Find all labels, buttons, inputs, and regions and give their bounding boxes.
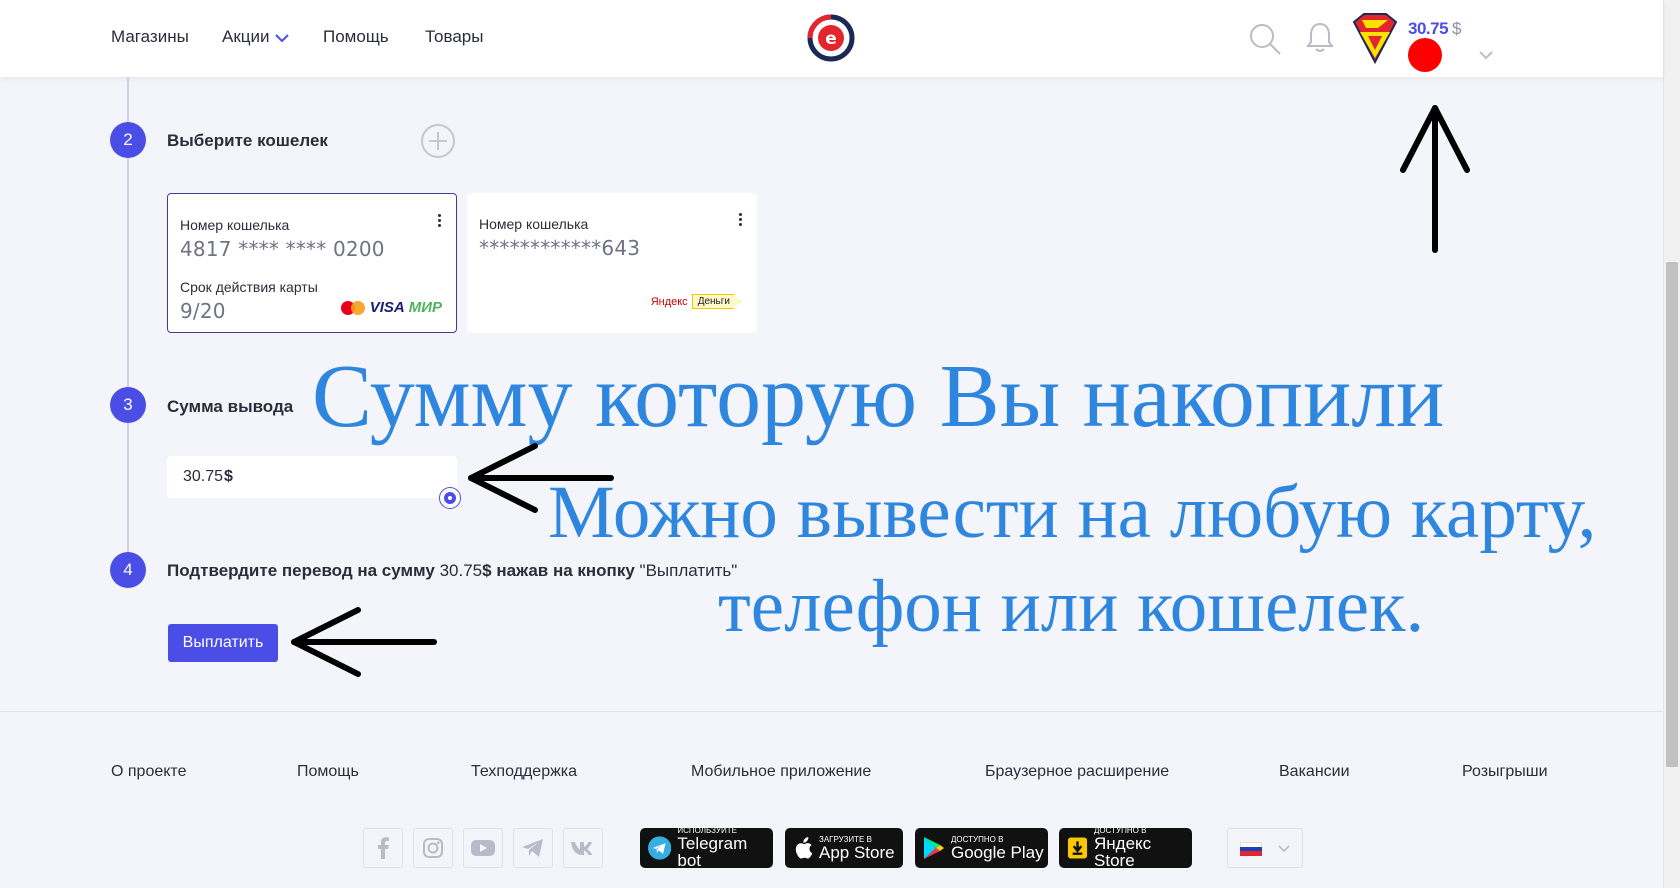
- facebook-icon[interactable]: [363, 828, 403, 868]
- footer-link-about[interactable]: О проекте: [111, 763, 186, 781]
- wallet-card-bank[interactable]: Номер кошелька 4817 **** **** 0200 Срок …: [167, 193, 457, 333]
- arrow-up-icon: [1400, 105, 1470, 253]
- confirm-text-before: Подтвердите перевод на сумму: [167, 561, 435, 580]
- pay-button[interactable]: Выплатить: [168, 624, 278, 662]
- badge-big-text: Telegram bot: [677, 834, 748, 870]
- badge-big-text: Яндекс Store: [1094, 834, 1152, 870]
- wallet-number-label: Номер кошелька: [180, 217, 290, 233]
- annotation-line-3: телефон или кошелек.: [718, 565, 1425, 648]
- nav-promotions-label: Акции: [222, 27, 270, 46]
- arrow-left-icon: [468, 443, 614, 513]
- footer-link-vacancies[interactable]: Вакансии: [1279, 763, 1350, 781]
- mir-logo: МИР: [408, 299, 442, 316]
- annotation-line-1: Сумму которую Вы накопили: [312, 347, 1445, 446]
- step-title-wallet: Выберите кошелек: [167, 131, 328, 150]
- add-wallet-icon[interactable]: [420, 123, 456, 159]
- amount-value: 30.75: [183, 468, 224, 485]
- bell-icon[interactable]: [1305, 20, 1335, 54]
- confirm-text: Подтвердите перевод на сумму 30.75$ нажа…: [167, 561, 737, 581]
- telegram-icon[interactable]: [513, 828, 553, 868]
- wallet-card-yandex[interactable]: Номер кошелька ************643 Яндекс Де…: [467, 193, 757, 333]
- google-play-icon: [924, 837, 944, 859]
- yandex-word: Яндекс: [650, 295, 688, 308]
- badge-big-text: Google Play: [951, 842, 1044, 862]
- footer-link-mobile-app[interactable]: Мобильное приложение: [691, 763, 871, 781]
- more-vertical-icon[interactable]: [438, 214, 442, 229]
- step-title-amount: Сумма вывода: [167, 397, 294, 416]
- footer-link-giveaways[interactable]: Розыгрыши: [1462, 763, 1548, 781]
- page-scrollbar[interactable]: [1663, 0, 1680, 888]
- chevron-down-icon: [274, 33, 289, 42]
- vk-icon[interactable]: [563, 828, 603, 868]
- dengi-tag: Деньги: [691, 294, 741, 309]
- apple-icon: [795, 837, 813, 859]
- wallet-number: ************643: [479, 236, 641, 260]
- app-store-badge[interactable]: Загрузите в App Store: [785, 828, 903, 868]
- yandex-money-logo: Яндекс Деньги: [651, 294, 741, 309]
- footer-link-browser-extension[interactable]: Браузерное расширение: [985, 763, 1169, 781]
- google-play-badge[interactable]: Доступно в Google Play: [915, 828, 1048, 868]
- avatar[interactable]: [1348, 12, 1402, 64]
- confirm-currency: $: [482, 561, 492, 580]
- site-logo[interactable]: e: [806, 13, 856, 63]
- mastercard-icon: [340, 300, 365, 315]
- balance-currency: $: [1452, 19, 1462, 38]
- search-icon[interactable]: [1248, 22, 1282, 56]
- footer-link-support[interactable]: Техподдержка: [471, 763, 577, 781]
- yandex-store-badge[interactable]: Доступно в Яндекс Store: [1059, 827, 1192, 870]
- card-expiry-label: Срок действия карты: [180, 279, 318, 295]
- scrollbar-thumb[interactable]: [1666, 262, 1678, 767]
- more-vertical-icon[interactable]: [739, 213, 743, 228]
- nav-promotions[interactable]: Акции: [222, 27, 290, 47]
- footer-divider: [0, 711, 1663, 712]
- step-number-4: 4: [110, 552, 146, 588]
- balance-amount: 30.75: [1408, 19, 1449, 38]
- step-number-3: 3: [110, 387, 146, 423]
- nav-stores[interactable]: Магазины: [111, 27, 189, 47]
- telegram-icon: [648, 836, 672, 860]
- arrow-left-icon: [291, 607, 437, 677]
- withdraw-amount-input[interactable]: 30.75$: [167, 456, 457, 498]
- badge-big-text: App Store: [819, 842, 895, 862]
- youtube-icon[interactable]: [463, 828, 503, 868]
- wallet-number-label: Номер кошелька: [479, 216, 589, 232]
- footer-link-help[interactable]: Помощь: [297, 763, 359, 781]
- card-expiry: 9/20: [180, 299, 226, 323]
- nav-help[interactable]: Помощь: [323, 27, 389, 47]
- amount-currency: $: [224, 468, 233, 485]
- top-header: Магазины Акции Помощь Товары e 30.75 $: [0, 0, 1663, 77]
- wallet-number: 4817 **** **** 0200: [180, 237, 385, 261]
- language-select[interactable]: [1227, 828, 1303, 868]
- amount-slider-handle[interactable]: [440, 488, 460, 508]
- nav-products[interactable]: Товары: [425, 27, 483, 47]
- card-brand-logos: VISA МИР: [340, 299, 442, 316]
- chevron-down-icon: [1278, 845, 1290, 853]
- svg-text:e: e: [825, 29, 837, 49]
- notification-dot: [1408, 38, 1442, 72]
- yandex-store-icon: [1067, 837, 1088, 859]
- visa-logo: VISA: [369, 299, 405, 316]
- step-number-2: 2: [110, 122, 146, 158]
- annotation-line-2: Можно вывести на любую карту,: [548, 471, 1597, 554]
- confirm-amount: 30.75: [439, 561, 483, 580]
- instagram-icon[interactable]: [413, 828, 453, 868]
- confirm-text-after: нажав на кнопку: [496, 561, 635, 580]
- telegram-bot-badge[interactable]: Используйте Telegram bot: [640, 827, 773, 870]
- chevron-down-icon[interactable]: [1478, 50, 1494, 60]
- user-balance[interactable]: 30.75 $: [1408, 19, 1462, 39]
- russian-flag-icon: [1240, 842, 1262, 857]
